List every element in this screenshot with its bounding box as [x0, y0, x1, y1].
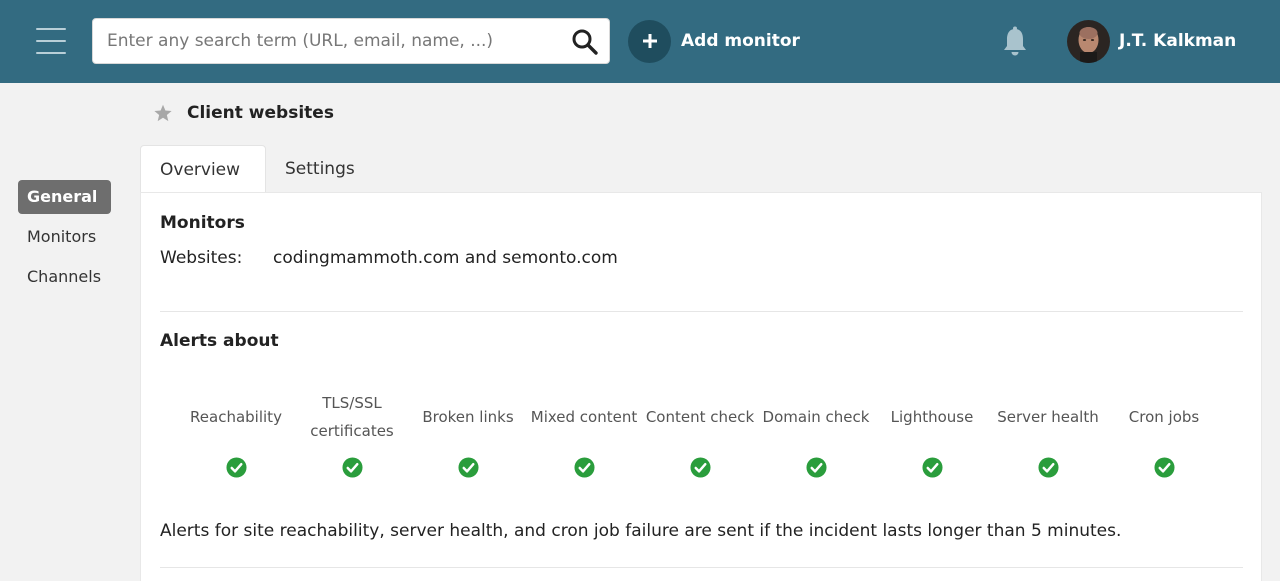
- tab-bar: Overview Settings: [140, 145, 374, 193]
- alert-item-broken-links: Broken links: [410, 388, 526, 478]
- check-circle-icon: [457, 457, 479, 478]
- search-input[interactable]: [107, 19, 557, 63]
- sidebar-item-general[interactable]: General: [18, 180, 111, 214]
- websites-label: Websites:: [160, 248, 243, 268]
- alert-label: TLS/SSL certificates: [310, 394, 394, 440]
- divider: [160, 567, 1243, 568]
- check-circle-icon: [1037, 457, 1059, 478]
- search-icon[interactable]: [571, 28, 599, 56]
- tab-settings[interactable]: Settings: [266, 145, 374, 193]
- alerts-heading: Alerts about: [160, 331, 279, 351]
- divider: [160, 311, 1243, 312]
- check-circle-icon: [689, 457, 711, 478]
- page-header: Client websites: [152, 100, 334, 126]
- user-name: J.T. Kalkman: [1119, 31, 1237, 51]
- user-menu[interactable]: J.T. Kalkman: [1067, 19, 1236, 63]
- plus-icon: [628, 19, 671, 63]
- check-circle-icon: [921, 457, 943, 478]
- top-bar: Add monitor J.T. Kalkman: [0, 0, 1280, 83]
- alert-item-server-health: Server health: [990, 388, 1106, 478]
- websites-value: codingmammoth.com and semonto.com: [273, 248, 618, 268]
- overview-panel: Monitors Websites: codingmammoth.com and …: [140, 192, 1262, 581]
- alert-item-lighthouse: Lighthouse: [874, 388, 990, 478]
- add-monitor-label: Add monitor: [681, 31, 800, 51]
- alert-label: Cron jobs: [1128, 408, 1200, 426]
- star-icon[interactable]: [152, 102, 174, 124]
- check-circle-icon: [341, 457, 363, 478]
- alert-label: Lighthouse: [890, 408, 974, 426]
- alert-label: Reachability: [190, 408, 282, 426]
- add-monitor-button[interactable]: Add monitor: [628, 19, 800, 63]
- alert-label: Server health: [997, 408, 1099, 426]
- monitors-heading: Monitors: [160, 213, 245, 233]
- sidebar-item-monitors[interactable]: Monitors: [18, 220, 111, 254]
- alert-item-mixed-content: Mixed content: [526, 388, 642, 478]
- alerts-grid: Reachability TLS/SSL certificates Broken…: [178, 388, 1238, 488]
- hamburger-menu-icon[interactable]: [36, 28, 66, 54]
- avatar: [1067, 19, 1110, 63]
- page-title: Client websites: [187, 103, 334, 123]
- check-circle-icon: [225, 457, 247, 478]
- check-circle-icon: [573, 457, 595, 478]
- alert-label: Domain check: [762, 408, 870, 426]
- alert-item-tls-ssl: TLS/SSL certificates: [294, 388, 410, 478]
- alert-label: Broken links: [422, 408, 514, 426]
- websites-row: Websites: codingmammoth.com and semonto.c…: [160, 248, 618, 268]
- bell-icon[interactable]: [1000, 26, 1030, 58]
- tab-overview[interactable]: Overview: [140, 145, 266, 193]
- alert-item-content-check: Content check: [642, 388, 758, 478]
- alert-note: Alerts for site reachability, server hea…: [160, 521, 1122, 541]
- alert-item-cron-jobs: Cron jobs: [1106, 388, 1222, 478]
- alert-item-domain-check: Domain check: [758, 388, 874, 478]
- alert-item-reachability: Reachability: [178, 388, 294, 478]
- search-box: [92, 18, 610, 64]
- check-circle-icon: [805, 457, 827, 478]
- sidebar-item-channels[interactable]: Channels: [18, 260, 111, 294]
- sidebar: General Monitors Channels: [18, 180, 111, 300]
- alert-label: Mixed content: [530, 408, 638, 426]
- check-circle-icon: [1153, 457, 1175, 478]
- alert-label: Content check: [645, 408, 755, 426]
